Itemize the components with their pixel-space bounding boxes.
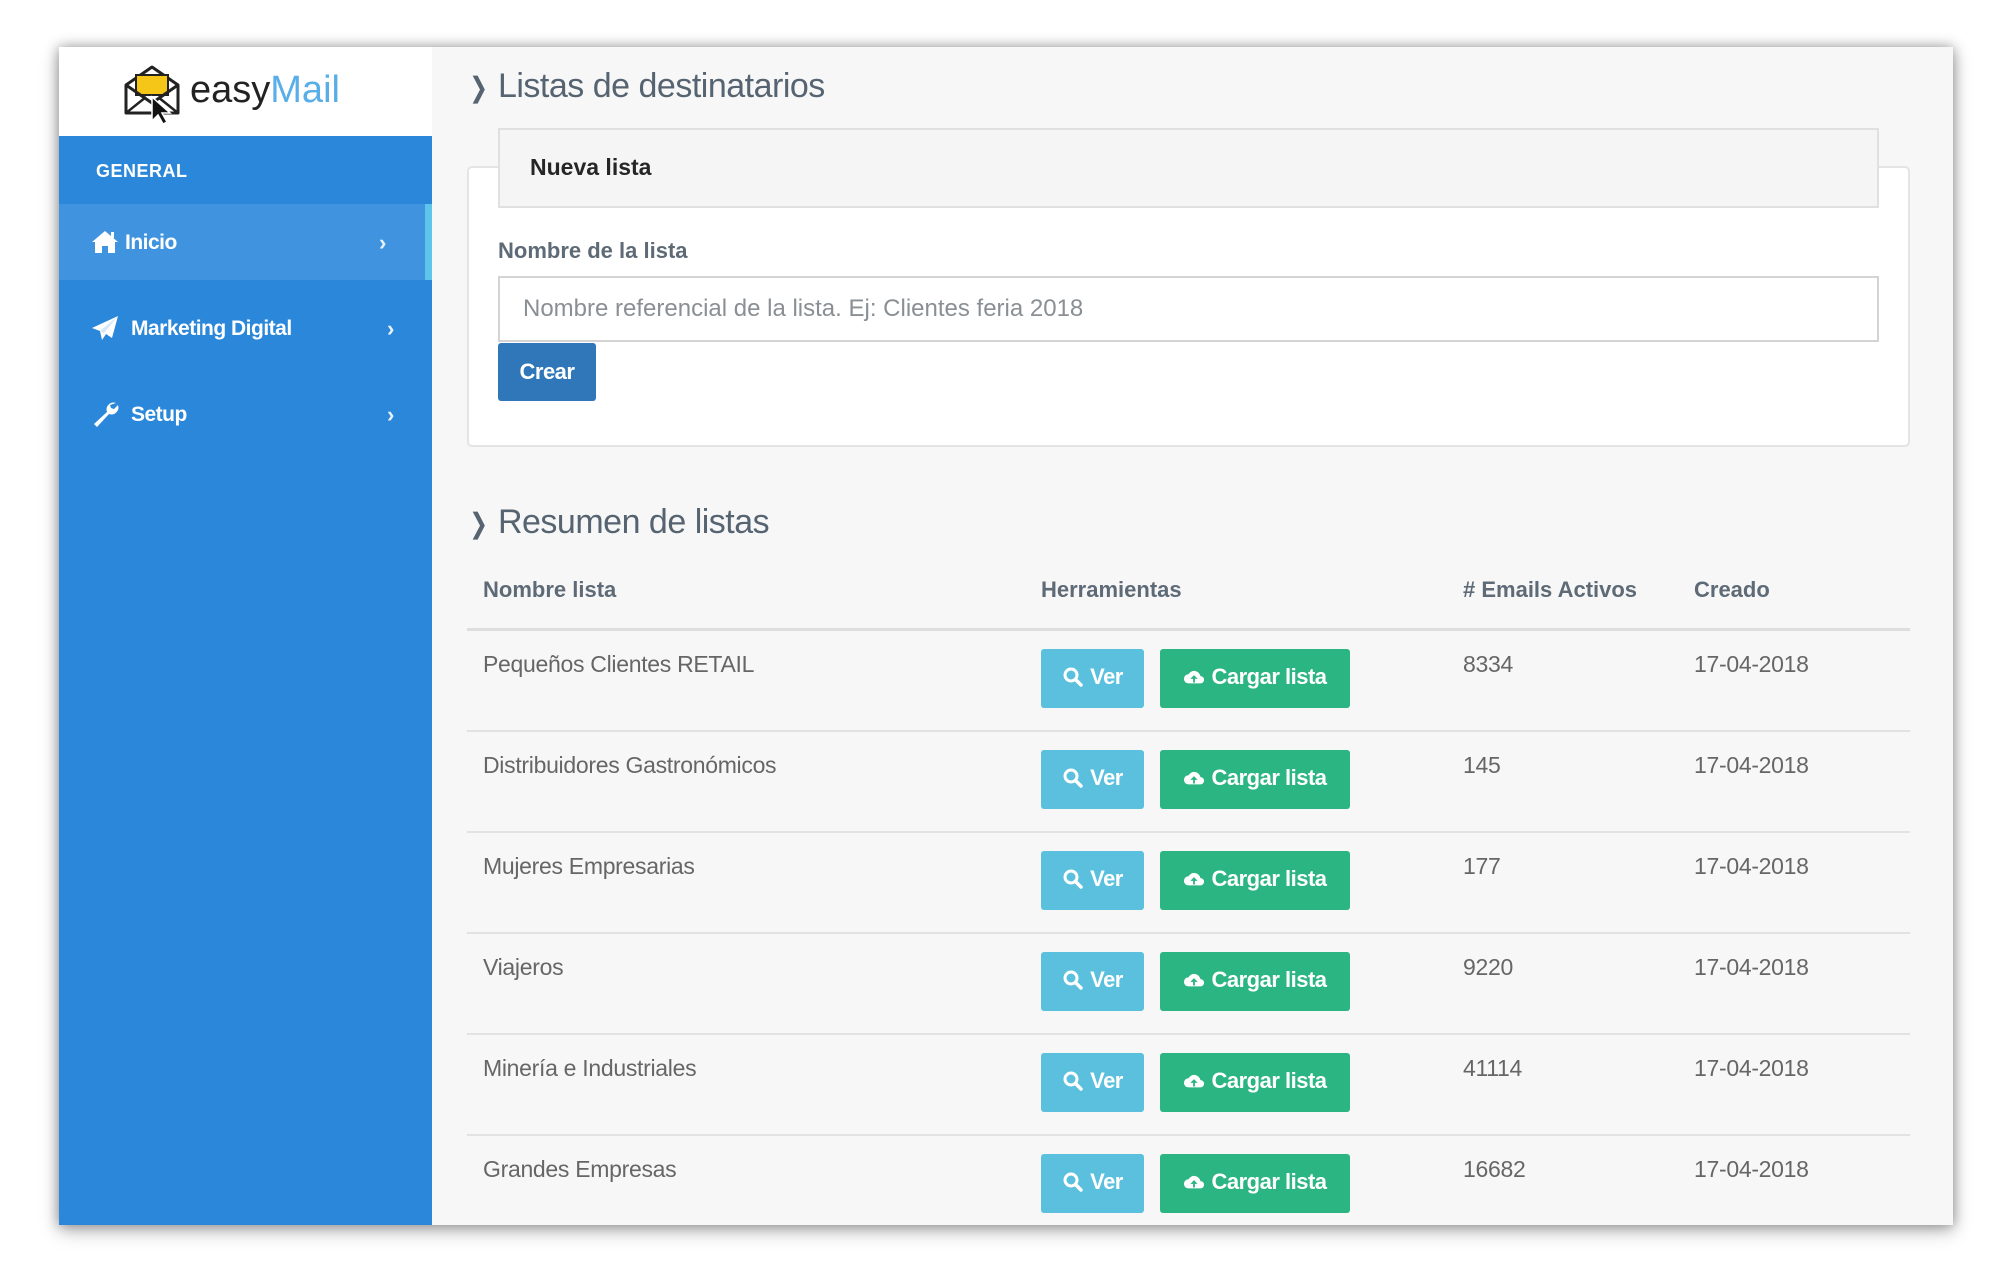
cloud-upload-icon: [1184, 872, 1205, 885]
cloud-upload-icon: [1184, 1175, 1205, 1188]
wrench-icon: [94, 402, 119, 427]
upload-list-button[interactable]: Cargar lista: [1160, 1154, 1350, 1213]
sidebar-section-label: GENERAL: [96, 161, 188, 181]
created-date-cell: 17-04-2018: [1694, 1156, 1809, 1182]
emails-count-cell: 41114: [1463, 1055, 1523, 1081]
view-button-label: Ver: [1090, 663, 1123, 689]
view-button-label: Ver: [1090, 1168, 1123, 1194]
summary-title-text: Resumen de listas: [497, 503, 770, 541]
upload-button-label: Cargar lista: [1211, 865, 1327, 891]
view-button[interactable]: Ver: [1041, 750, 1144, 809]
emails-count-cell: 16682: [1463, 1156, 1526, 1182]
envelope-logo-icon: [124, 65, 180, 125]
emails-count-cell: 8334: [1463, 651, 1513, 677]
search-icon: [1063, 1071, 1083, 1091]
cloud-upload-icon: [1184, 1074, 1205, 1087]
brand-name-part2: Mail: [270, 69, 340, 111]
created-date-cell: 17-04-2018: [1694, 954, 1809, 980]
upload-button-label: Cargar lista: [1211, 966, 1327, 992]
column-header-tools: Herramientas: [1041, 577, 1182, 602]
sidebar-item-label: Setup: [131, 403, 187, 426]
chevron-right-icon: ›: [387, 316, 395, 341]
table-row: Grandes Empresas Ver Cargar lista 16682 17-0…: [467, 1136, 1910, 1225]
table-row: Mujeres Empresarias Ver Cargar lista 177 17-…: [467, 833, 1910, 934]
table-row: Minería e Industriales Ver Cargar lista 411…: [467, 1035, 1910, 1136]
chevron-right-icon: ›: [387, 402, 395, 427]
page-title: ❯ Listas de destinatarios: [467, 67, 825, 106]
search-icon: [1063, 667, 1083, 687]
upload-list-button[interactable]: Cargar lista: [1160, 649, 1350, 708]
view-button[interactable]: Ver: [1041, 1154, 1144, 1213]
sidebar-item-label: Marketing Digital: [131, 317, 292, 340]
upload-list-button[interactable]: Cargar lista: [1160, 750, 1350, 809]
sidebar-item-inicio[interactable]: Inicio ›: [59, 204, 432, 280]
sidebar: easyMail GENERAL Inicio › Marketing Digi…: [59, 47, 432, 1225]
page-title-text: Listas de destinatarios: [497, 67, 825, 105]
chevron-right-icon: ❯: [469, 72, 488, 103]
emails-count-cell: 9220: [1463, 954, 1513, 980]
created-date-cell: 17-04-2018: [1694, 853, 1809, 879]
brand-name: easyMail: [190, 69, 340, 112]
upload-list-button[interactable]: Cargar lista: [1160, 1053, 1350, 1112]
chevron-right-icon: ❯: [469, 508, 488, 539]
app-window: easyMail GENERAL Inicio › Marketing Digi…: [59, 47, 1953, 1225]
emails-count-cell: 177: [1463, 853, 1501, 879]
summary-title: ❯ Resumen de listas: [467, 503, 769, 542]
view-button-label: Ver: [1090, 764, 1123, 790]
table-row: Pequeños Clientes RETAIL Ver Cargar lista 8…: [467, 631, 1910, 732]
sidebar-item-marketing-digital[interactable]: Marketing Digital ›: [59, 290, 432, 366]
panel-title: Nueva lista: [530, 154, 652, 180]
cloud-upload-icon: [1184, 973, 1205, 986]
view-button[interactable]: Ver: [1041, 1053, 1144, 1112]
brand-name-part1: easy: [190, 69, 271, 111]
chevron-right-icon: ›: [379, 230, 387, 255]
sidebar-item-setup[interactable]: Setup ›: [59, 376, 432, 452]
cloud-upload-icon: [1184, 670, 1205, 683]
paper-plane-icon: [92, 316, 118, 340]
emails-count-cell: 145: [1463, 752, 1501, 778]
view-button-label: Ver: [1090, 1067, 1123, 1093]
upload-button-label: Cargar lista: [1211, 1067, 1327, 1093]
search-icon: [1063, 768, 1083, 788]
new-list-panel: Nueva lista Nombre de la lista Crear: [467, 128, 1910, 447]
created-date-cell: 17-04-2018: [1694, 651, 1809, 677]
column-header-created: Creado: [1694, 577, 1770, 602]
list-name-cell: Viajeros: [483, 954, 564, 980]
main-content: ❯ Listas de destinatarios Nueva lista Nom…: [432, 47, 1953, 1225]
view-button[interactable]: Ver: [1041, 851, 1144, 910]
view-button[interactable]: Ver: [1041, 649, 1144, 708]
search-icon: [1063, 1172, 1083, 1192]
upload-button-label: Cargar lista: [1211, 764, 1327, 790]
view-button[interactable]: Ver: [1041, 952, 1144, 1011]
list-name-cell: Distribuidores Gastronómicos: [483, 752, 777, 778]
list-name-label: Nombre de la lista: [498, 238, 688, 263]
table-row: Viajeros Ver Cargar lista 9220 17-04-2018: [467, 934, 1910, 1035]
sidebar-item-label: Inicio: [125, 231, 177, 254]
search-icon: [1063, 970, 1083, 990]
upload-list-button[interactable]: Cargar lista: [1160, 851, 1350, 910]
created-date-cell: 17-04-2018: [1694, 1055, 1809, 1081]
view-button-label: Ver: [1090, 865, 1123, 891]
panel-header: Nueva lista: [498, 128, 1879, 208]
table-row: Distribuidores Gastronómicos Ver Cargar li…: [467, 732, 1910, 833]
upload-button-label: Cargar lista: [1211, 1168, 1327, 1194]
upload-list-button[interactable]: Cargar lista: [1160, 952, 1350, 1011]
view-button-label: Ver: [1090, 966, 1123, 992]
sidebar-bottom-edge: [59, 1223, 432, 1225]
list-name-cell: Grandes Empresas: [483, 1156, 677, 1182]
column-header-emails: # Emails Activos: [1463, 577, 1638, 602]
search-icon: [1063, 869, 1083, 889]
list-name-input[interactable]: [498, 276, 1879, 342]
created-date-cell: 17-04-2018: [1694, 752, 1809, 778]
cloud-upload-icon: [1184, 771, 1205, 784]
logo[interactable]: easyMail: [59, 47, 432, 136]
column-header-name: Nombre lista: [483, 577, 617, 602]
create-button[interactable]: Crear: [498, 343, 596, 401]
upload-button-label: Cargar lista: [1211, 663, 1327, 689]
list-name-cell: Mujeres Empresarias: [483, 853, 695, 879]
list-name-cell: Pequeños Clientes RETAIL: [483, 651, 755, 677]
list-name-cell: Minería e Industriales: [483, 1055, 697, 1081]
home-icon: [92, 231, 118, 253]
